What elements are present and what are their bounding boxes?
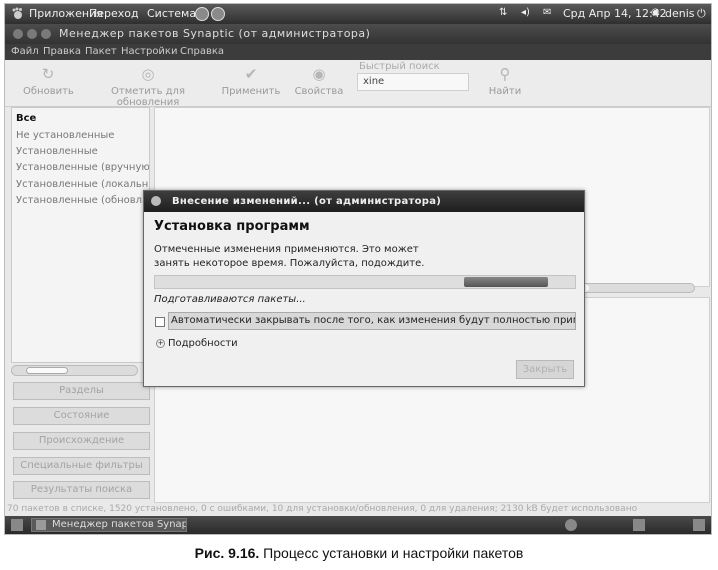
scrollbar-thumb[interactable] [26, 367, 68, 374]
minimize-window-button[interactable] [27, 29, 37, 39]
progress-bar-fill [464, 277, 548, 287]
window-title: Менеджер пакетов Synaptic (от администра… [59, 27, 371, 40]
taskbar: Менеджер пакетов Synap... [5, 516, 711, 534]
filter-item-installed[interactable]: Установленные [16, 146, 149, 157]
workspace-icon[interactable] [633, 519, 645, 531]
top-panel: Приложения Переход Система ⇅ ◂) ✉ Срд Ап… [5, 4, 711, 24]
menu-system[interactable]: Система [147, 7, 196, 20]
taskbar-item-synaptic[interactable]: Менеджер пакетов Synap... [31, 518, 187, 532]
package-list-scrollbar[interactable] [579, 283, 695, 293]
menu-file[interactable]: Файл [11, 46, 39, 57]
maximize-window-button[interactable] [41, 29, 51, 39]
dialog-title: Внесение изменений... (от администратора… [172, 196, 442, 207]
filter-item-installed-local[interactable]: Установленные (локально или устаревшие) [16, 179, 149, 190]
auto-close-label[interactable]: Автоматически закрывать после того, как … [168, 312, 576, 330]
menu-package[interactable]: Пакет [85, 46, 117, 57]
quick-search-input[interactable]: xine [357, 73, 469, 91]
workspace-switcher-icon[interactable] [693, 519, 705, 531]
show-desktop-icon[interactable] [11, 519, 23, 531]
status-bar: 70 пакетов в списке, 1520 установлено, 0… [7, 504, 638, 514]
trash-icon[interactable] [565, 519, 577, 531]
toolbar: ↻ Обновить ◎ Отметить для обновления ✔ Прим… [5, 60, 711, 108]
close-button[interactable]: Закрыть [516, 360, 574, 379]
dialog-message: Отмеченные изменения применяются. Это мо… [154, 244, 425, 269]
filter-list: Все Не установленные Установленные Устан… [11, 107, 150, 363]
origin-button[interactable]: Происхождение [13, 432, 150, 450]
power-icon[interactable]: ⏻ [697, 7, 706, 21]
dialog-titlebar: Внесение изменений... (от администратора… [144, 191, 584, 212]
help-icon[interactable] [211, 7, 225, 21]
quick-search-label: Быстрый поиск [359, 61, 440, 72]
search-results-button[interactable]: Результаты поиска [13, 481, 150, 499]
details-expander[interactable]: + Подробности [156, 338, 238, 349]
window-titlebar: Менеджер пакетов Synaptic (от администра… [5, 24, 711, 44]
progress-bar [154, 275, 576, 289]
menu-edit[interactable]: Правка [43, 46, 81, 57]
filter-item-installed-manual[interactable]: Установленные (вручную) [16, 162, 149, 173]
progress-status: Подготавливаются пакеты... [154, 294, 306, 305]
status-button[interactable]: Состояние [13, 407, 150, 425]
reload-icon: ↻ [41, 65, 55, 83]
menubar: Файл Правка Пакет Настройки Справка [5, 44, 711, 60]
filter-item-installed-upgradable[interactable]: Установленные (обновляемые) [16, 195, 149, 206]
network-icon[interactable]: ⇅ [499, 7, 507, 18]
synaptic-icon [36, 520, 46, 530]
menu-settings[interactable]: Настройки [121, 46, 177, 57]
filter-scrollbar[interactable] [11, 365, 138, 376]
browser-icon[interactable] [195, 7, 209, 21]
apply-changes-dialog: Внесение изменений... (от администратора… [143, 190, 585, 387]
properties-icon: ◉ [312, 65, 326, 83]
search-button[interactable]: ⚲ Найти [483, 64, 527, 97]
dialog-heading: Установка программ [154, 219, 310, 234]
mail-icon[interactable]: ✉ [543, 7, 551, 18]
reload-button[interactable]: ↻ Обновить [23, 64, 74, 97]
filter-item-not-installed[interactable]: Не установленные [16, 130, 149, 141]
apply-button[interactable]: ✔ Применить [219, 64, 283, 97]
upgrade-icon: ◎ [141, 65, 155, 83]
expand-plus-icon: + [156, 338, 165, 348]
menu-help[interactable]: Справка [180, 46, 224, 57]
search-icon: ⚲ [499, 65, 511, 83]
dialog-app-icon [151, 196, 161, 206]
gnome-foot-icon [12, 7, 22, 19]
menu-places[interactable]: Переход [89, 7, 139, 20]
figure-caption: Рис. 9.16. Процесс установки и настройки… [194, 545, 524, 561]
user-name[interactable]: denis [665, 7, 695, 20]
sections-button[interactable]: Разделы [13, 382, 150, 400]
user-icon: ◉ [651, 7, 660, 18]
mark-all-upgrades-button[interactable]: ◎ Отметить для обновления [81, 64, 215, 108]
filter-item-all[interactable]: Все [16, 113, 149, 124]
apply-check-icon: ✔ [244, 65, 258, 83]
volume-icon[interactable]: ◂) [521, 7, 530, 18]
screenshot: Приложения Переход Система ⇅ ◂) ✉ Срд Ап… [4, 3, 712, 535]
auto-close-checkbox[interactable] [155, 317, 165, 327]
close-window-button[interactable] [13, 29, 23, 39]
properties-button[interactable]: ◉ Свойства [289, 64, 349, 97]
custom-filters-button[interactable]: Специальные фильтры [13, 457, 150, 475]
